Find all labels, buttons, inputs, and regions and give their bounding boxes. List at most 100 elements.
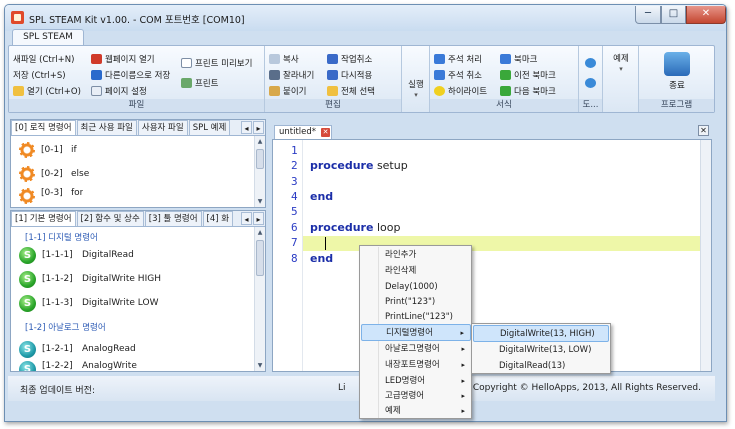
save-button[interactable]: 저장 (Ctrl+S) [13, 68, 66, 82]
maximize-button[interactable]: □ [661, 6, 686, 24]
tab-tool-commands[interactable]: [3] 툴 명령어 [144, 211, 202, 226]
print-button[interactable]: 프린트 [181, 76, 218, 90]
program-group-label: 프로그램 [639, 99, 714, 112]
submenu-digitalwrite-low[interactable]: DigitalWrite(13, LOW) [473, 342, 609, 359]
tab-logic-commands[interactable]: [0] 로직 명령어 [11, 120, 76, 135]
minimize-button[interactable]: ─ [635, 6, 661, 24]
open-button[interactable]: 열기 (Ctrl+O) [13, 84, 81, 98]
menu-item-label: 라인삭제 [385, 266, 417, 276]
arrow-left-icon [500, 70, 511, 80]
list-item[interactable]: S [1-2-1] AnalogRead [19, 339, 136, 359]
prev-bookmark-button[interactable]: 이전 북마크 [500, 68, 556, 82]
bookmark-button[interactable]: 북마크 [500, 52, 537, 66]
close-editor-button[interactable]: ✕ [698, 125, 709, 136]
line-number: 2 [291, 159, 298, 172]
tab-next-button[interactable]: ▸ [253, 212, 264, 225]
ribbon-tab-spl-steam[interactable]: SPL STEAM [12, 29, 84, 45]
uncomment-button[interactable]: 주석 취소 [434, 68, 482, 82]
chevron-down-icon: ▾ [414, 91, 418, 99]
copy-button[interactable]: 복사 [269, 52, 299, 66]
list-item[interactable]: S [1-2-2] AnalogWrite [19, 361, 137, 371]
list-item[interactable]: S [1-1-2] DigitalWrite HIGH [19, 269, 161, 289]
submenu-digitalwrite-high[interactable]: DigitalWrite(13, HIGH) [473, 325, 609, 342]
page-setup-button[interactable]: 페이지 설정 [91, 84, 147, 98]
editor-scrollbar[interactable] [700, 140, 711, 371]
undo-button[interactable]: 작업취소 [327, 52, 372, 66]
comment-button[interactable]: 주석 처리 [434, 52, 482, 66]
submenu-digitalread[interactable]: DigitalRead(13) [473, 358, 609, 375]
exit-button[interactable]: 종료 [657, 52, 697, 91]
paste-icon [269, 86, 280, 96]
menu-item-delete-line[interactable]: 라인삭제 [361, 263, 471, 280]
list-item[interactable]: S [1-1-1] DigitalRead [19, 245, 134, 265]
highlight-button[interactable]: 하이라이트 [434, 84, 487, 98]
next-bookmark-button[interactable]: 다음 북마크 [500, 84, 556, 98]
example-button[interactable]: 예제 ▾ [605, 52, 637, 73]
open-webpage-button[interactable]: 웹페이지 열기 [91, 52, 155, 66]
editor-tab-untitled[interactable]: untitled* ✕ [274, 125, 332, 139]
scroll-down-icon[interactable]: ▼ [255, 196, 265, 207]
menu-item-examples[interactable]: 예제 ▸ [361, 403, 471, 420]
code-line: procedure loop [310, 221, 400, 234]
refresh-button[interactable] [585, 56, 599, 70]
menu-item-label: PrintLine("123") [385, 312, 453, 322]
item-name: DigitalWrite HIGH [82, 274, 161, 284]
list-item[interactable]: [0-3] for [19, 188, 83, 207]
tab-next-button[interactable]: ▸ [253, 121, 264, 134]
menu-item-digital[interactable]: 디지털명령어 ▸ [361, 324, 471, 341]
keyword: end [310, 252, 334, 265]
digital-submenu: DigitalWrite(13, HIGH) DigitalWrite(13, … [471, 323, 611, 374]
basic-scrollbar[interactable]: ▲ ▼ [254, 227, 265, 371]
menu-item-analog[interactable]: 아날로그명령어 ▸ [361, 341, 471, 358]
line-number: 5 [291, 205, 298, 218]
save-as-button[interactable]: 다른이름으로 저장 [91, 68, 170, 82]
item-name: AnalogWrite [82, 361, 137, 371]
open-label: 열기 (Ctrl+O) [27, 87, 81, 97]
item-code: [1-1-3] [42, 298, 73, 308]
print-preview-icon [181, 58, 192, 68]
uncomment-icon [434, 70, 445, 80]
redo-button[interactable]: 다시적용 [327, 68, 372, 82]
tab-basic-commands[interactable]: [1] 기본 명령어 [11, 211, 76, 226]
select-all-icon [327, 86, 338, 96]
run-button[interactable]: 실행 ▾ [404, 78, 428, 99]
tab-prev-button[interactable]: ◂ [241, 121, 252, 134]
scroll-up-icon[interactable]: ▲ [255, 227, 265, 238]
cut-button[interactable]: 잘라내기 [269, 68, 314, 82]
new-file-button[interactable]: 새파일 (Ctrl+N) [13, 52, 74, 66]
select-all-button[interactable]: 전체 선택 [327, 84, 375, 98]
scroll-thumb[interactable] [256, 240, 264, 276]
paste-button[interactable]: 붙이기 [269, 84, 306, 98]
keyword: procedure [310, 159, 374, 172]
scroll-down-icon[interactable]: ▼ [255, 360, 265, 371]
text-caret [325, 237, 326, 250]
close-button[interactable]: ✕ [686, 6, 726, 24]
list-item[interactable]: [0-2] else [19, 164, 89, 184]
list-item[interactable]: S [1-1-3] DigitalWrite LOW [19, 293, 159, 313]
menu-item-builtin-port[interactable]: 내장포트명령어 ▸ [361, 357, 471, 374]
tab-recent-files[interactable]: 최근 사용 파일 [76, 120, 137, 135]
tab-functions-constants[interactable]: [2] 함수 및 상수 [76, 211, 144, 226]
redo-icon [327, 70, 338, 80]
window-title: SPL STEAM Kit v1.00. - COM 포트번호 [COM10] [29, 15, 245, 26]
line-number: 6 [291, 221, 298, 234]
tab-prev-button[interactable]: ◂ [241, 212, 252, 225]
tab-screen[interactable]: [4] 화 [202, 211, 234, 226]
menu-item-add-line[interactable]: 라인추가 [361, 247, 471, 264]
close-icon[interactable]: ✕ [321, 128, 330, 137]
section-digital: [1-1] 디지털 명령어 [25, 233, 98, 243]
code-line: end [310, 252, 333, 265]
scroll-thumb[interactable] [256, 149, 264, 169]
sync-icon [585, 78, 596, 88]
line-number: 3 [291, 175, 298, 188]
scroll-up-icon[interactable]: ▲ [255, 136, 265, 147]
list-item[interactable]: [0-1] if [19, 140, 77, 160]
sync-button[interactable] [585, 76, 599, 90]
item-name: for [71, 188, 84, 198]
print-preview-button[interactable]: 프린트 미리보기 [181, 56, 252, 70]
tab-spl-examples[interactable]: SPL 예제 [188, 120, 231, 135]
item-name: AnalogRead [82, 344, 136, 354]
tab-user-files[interactable]: 사용자 파일 [137, 120, 188, 135]
item-code: [1-1-2] [42, 274, 73, 284]
logic-scrollbar[interactable]: ▲ ▼ [254, 136, 265, 207]
